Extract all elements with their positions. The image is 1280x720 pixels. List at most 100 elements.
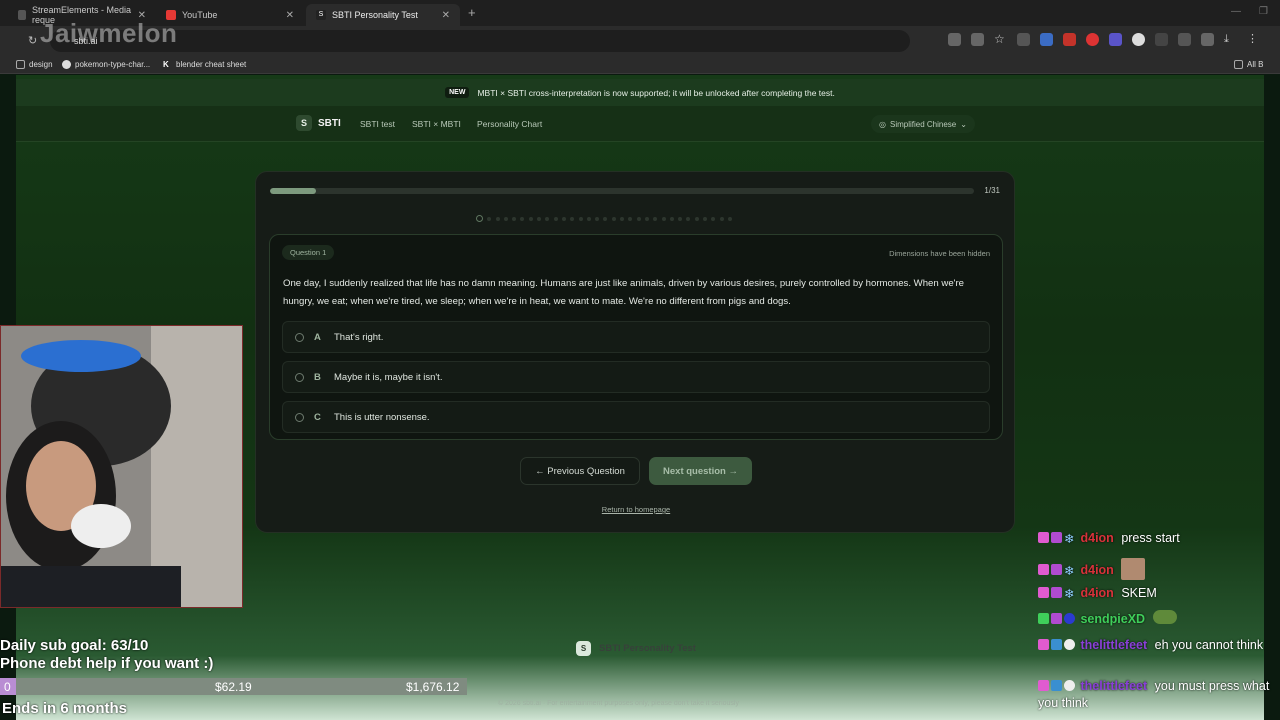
language-selector[interactable]: ◎ Simplified Chinese ⌄ <box>871 115 975 133</box>
reload-icon[interactable]: ↻ <box>28 34 37 47</box>
question-dot[interactable] <box>561 216 566 221</box>
question-dot[interactable] <box>636 216 641 221</box>
brand-name: SBTI <box>318 117 341 129</box>
skull-icon <box>1064 639 1075 650</box>
sbti-logo-icon: S <box>296 115 312 131</box>
folder-icon <box>16 60 25 69</box>
question-dot[interactable] <box>719 216 724 221</box>
question-dot[interactable] <box>570 216 575 221</box>
snowflake-icon: ❄ <box>1064 587 1075 601</box>
question-dot[interactable] <box>678 216 683 221</box>
extension-icon[interactable] <box>1178 33 1191 46</box>
download-icon[interactable]: ⤓ <box>1224 33 1237 46</box>
goal-bar-target: $1,676.12 <box>406 680 460 694</box>
extension-icon[interactable] <box>1040 33 1053 46</box>
profile-avatar[interactable] <box>1132 33 1145 46</box>
option-a[interactable]: A That's right. <box>282 321 990 353</box>
close-icon[interactable]: ✕ <box>286 10 294 21</box>
extension-icon[interactable] <box>1017 33 1030 46</box>
return-home-link[interactable]: Return to homepage <box>256 505 1016 514</box>
bookmark-design[interactable]: design <box>16 60 53 69</box>
chat-text: press start <box>1121 531 1180 545</box>
restore-icon[interactable]: ❐ <box>1259 6 1268 17</box>
sub-goal-text: Daily sub goal: 63/10 Phone debt help if… <box>0 637 213 673</box>
chat-username: sendpieXD <box>1080 612 1146 626</box>
question-dot[interactable] <box>503 216 508 221</box>
question-dot[interactable] <box>595 216 600 221</box>
radio-button[interactable] <box>295 332 304 342</box>
question-dot[interactable] <box>476 215 483 222</box>
url-field[interactable]: sbti.ai <box>50 30 910 52</box>
question-dot[interactable] <box>603 216 608 221</box>
tab-youtube[interactable]: YouTube ✕ <box>156 4 304 26</box>
chat-emote-image <box>1121 558 1146 580</box>
pokeball-icon <box>62 60 71 69</box>
option-b[interactable]: B Maybe it is, maybe it isn't. <box>282 361 990 393</box>
chat-message: ❄ d4ion SKEM <box>1038 585 1280 602</box>
radio-button[interactable] <box>295 412 304 422</box>
extension-icons: ☆ ⤓ ⋮ <box>948 33 1260 46</box>
chat-username: d4ion <box>1080 563 1114 577</box>
chat-text: eh you cannot think <box>1154 638 1264 652</box>
question-dot[interactable] <box>661 216 666 221</box>
question-dot[interactable] <box>669 216 674 221</box>
bookmark-star-icon[interactable]: ☆ <box>994 33 1007 46</box>
question-dot[interactable] <box>495 216 500 221</box>
menu-icon[interactable]: ⋮ <box>1247 33 1260 46</box>
site-brand[interactable]: S SBTI <box>296 115 341 131</box>
badge-icon <box>1051 680 1062 691</box>
previous-question-button[interactable]: ← Previous Question <box>520 457 640 485</box>
goal-bar-current: $62.19 <box>215 680 252 694</box>
chat-message: ❄ d4ion press start <box>1038 530 1280 547</box>
question-dot[interactable] <box>703 216 708 221</box>
tab-sbti[interactable]: S SBTI Personality Test ✕ <box>306 4 460 26</box>
progress-fill <box>270 188 316 194</box>
question-dot[interactable] <box>620 216 625 221</box>
install-app-icon[interactable] <box>971 33 984 46</box>
rank-badge-icon <box>1051 613 1062 624</box>
extension-icon[interactable] <box>1086 33 1099 46</box>
translate-icon[interactable] <box>948 33 961 46</box>
nav-link-personality-chart[interactable]: Personality Chart <box>477 119 542 129</box>
question-dot[interactable] <box>487 216 492 221</box>
all-bookmarks[interactable]: All B <box>1234 60 1263 69</box>
bookmark-blender[interactable]: K blender cheat sheet <box>163 60 246 69</box>
question-dot[interactable] <box>586 216 591 221</box>
question-dot[interactable] <box>512 216 517 221</box>
question-dot[interactable] <box>644 216 649 221</box>
nav-link-sbti-mbti[interactable]: SBTI × MBTI <box>412 119 461 129</box>
question-dot[interactable] <box>520 216 525 221</box>
question-dot[interactable] <box>528 216 533 221</box>
radio-button[interactable] <box>295 372 304 382</box>
extensions-puzzle-icon[interactable] <box>1201 33 1214 46</box>
chevron-down-icon: ⌄ <box>960 119 967 129</box>
question-dot[interactable] <box>553 216 558 221</box>
option-c[interactable]: C This is utter nonsense. <box>282 401 990 433</box>
nav-link-sbti-test[interactable]: SBTI test <box>360 119 395 129</box>
question-dot[interactable] <box>711 216 716 221</box>
extension-icon[interactable] <box>1063 33 1076 46</box>
question-dot[interactable] <box>611 216 616 221</box>
new-tab-icon[interactable]: + <box>468 5 476 20</box>
chat-username: d4ion <box>1080 531 1114 545</box>
next-question-button[interactable]: Next question → <box>649 457 752 485</box>
question-dot[interactable] <box>545 216 550 221</box>
question-dot[interactable] <box>653 216 658 221</box>
new-badge: NEW <box>445 87 470 98</box>
question-dot[interactable] <box>727 216 732 221</box>
question-dot[interactable] <box>578 216 583 221</box>
announcement-banner: NEW MBTI × SBTI cross-interpretation is … <box>16 79 1264 106</box>
close-icon[interactable]: ✕ <box>442 10 450 21</box>
extension-icon[interactable] <box>1155 33 1168 46</box>
chat-username: thelittlefeet <box>1080 679 1148 693</box>
bookmark-pokemon[interactable]: pokemon-type-char... <box>62 60 150 69</box>
question-dot[interactable] <box>686 216 691 221</box>
bookmark-label: pokemon-type-char... <box>75 60 151 69</box>
sub-badge-icon <box>1038 613 1049 624</box>
question-dot[interactable] <box>694 216 699 221</box>
question-dot[interactable] <box>537 216 542 221</box>
minimize-icon[interactable]: — <box>1231 6 1241 17</box>
question-dot[interactable] <box>628 216 633 221</box>
extension-icon[interactable] <box>1109 33 1122 46</box>
snowflake-icon: ❄ <box>1064 564 1075 578</box>
